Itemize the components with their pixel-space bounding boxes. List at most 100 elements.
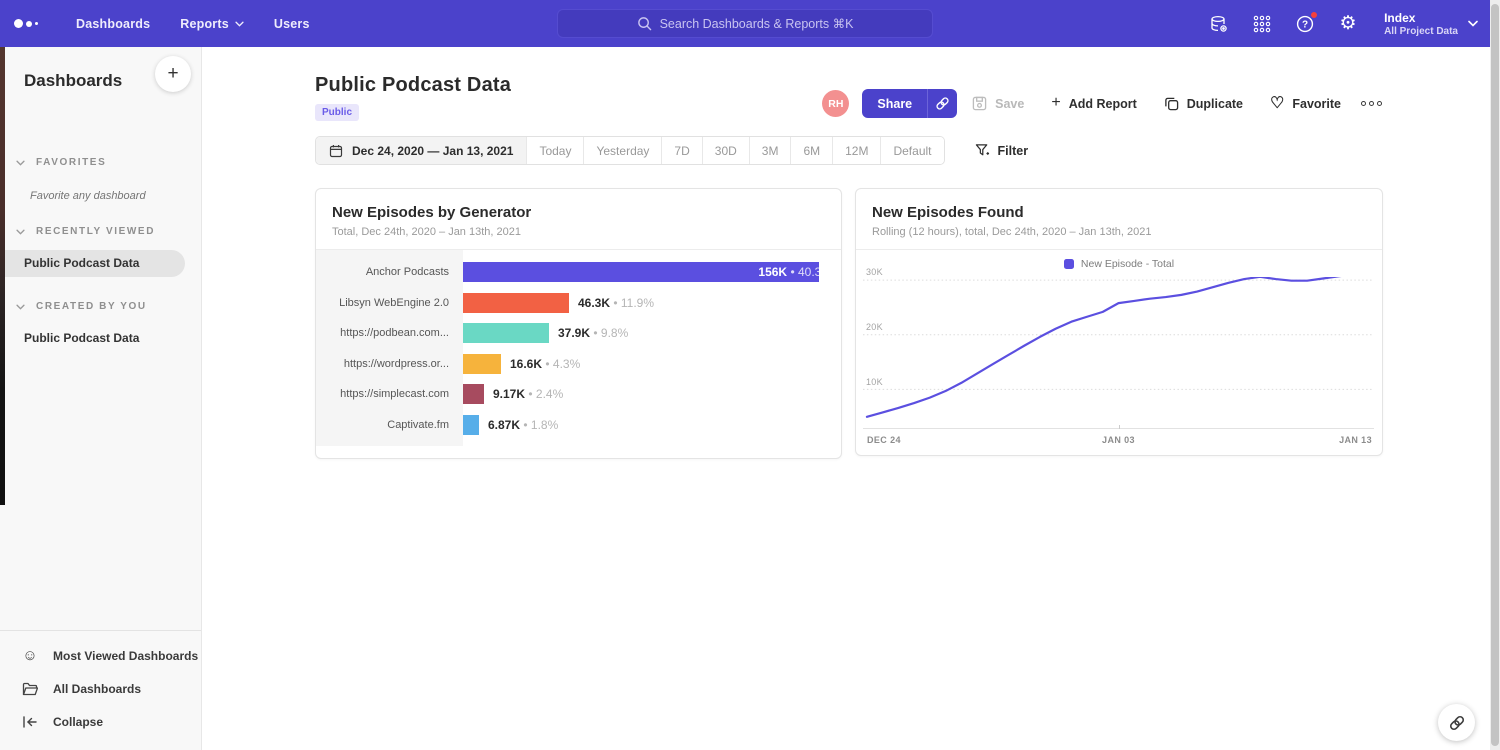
all-dashboards-button[interactable]: All Dashboards	[0, 672, 201, 705]
preset-7d[interactable]: 7D	[661, 137, 701, 164]
most-viewed-dashboards-button[interactable]: ☺Most Viewed Dashboards	[0, 639, 201, 672]
add-report-button[interactable]: + Add Report	[1051, 96, 1136, 112]
scrollbar-track[interactable]	[1490, 0, 1500, 750]
date-presets: TodayYesterday7D30D3M6M12MDefault	[526, 137, 943, 164]
preset-30d[interactable]: 30D	[702, 137, 749, 164]
more-options-button[interactable]	[1361, 101, 1382, 106]
bar-segment[interactable]	[463, 384, 484, 404]
bar-segment[interactable]	[463, 415, 479, 435]
plus-icon: +	[1051, 94, 1060, 112]
share-link-button[interactable]	[927, 89, 957, 118]
collapse-icon	[21, 713, 39, 731]
share-link-fab[interactable]	[1438, 704, 1475, 741]
sidebar-section-favorites[interactable]: FAVORITES	[0, 157, 201, 168]
avatar[interactable]: RH	[822, 90, 849, 117]
bar-segment[interactable]	[463, 293, 569, 313]
nav-right: ? ⚙ Index All Project Data	[1208, 0, 1478, 47]
y-axis-label: 10K	[866, 377, 883, 387]
data-sources-icon[interactable]	[1208, 13, 1230, 35]
app-root: Dashboards Reports Users Search Dashboards…	[0, 0, 1500, 750]
date-toolbar: Dec 24, 2020 — Jan 13, 2021 TodayYesterd…	[315, 136, 1028, 165]
settings-gear-icon[interactable]: ⚙	[1337, 13, 1359, 35]
date-range-button[interactable]: Dec 24, 2020 — Jan 13, 2021	[316, 137, 526, 164]
duplicate-icon	[1164, 96, 1179, 111]
nav-link-dashboards[interactable]: Dashboards	[76, 17, 150, 31]
header-actions: RH Share Save + Add Report Duplicate ♡	[822, 89, 1382, 118]
sidebar-item-public-podcast-data[interactable]: Public Podcast Data	[0, 250, 185, 277]
x-axis-label: JAN 03	[1102, 435, 1135, 445]
preset-yesterday[interactable]: Yesterday	[583, 137, 661, 164]
bar-chart-title: New Episodes by Generator	[332, 204, 825, 221]
preset-3m[interactable]: 3M	[749, 137, 791, 164]
sidebar-header: Dashboards +	[0, 47, 201, 91]
bar-value-label: 46.3K • 11.9%	[578, 293, 654, 313]
bar-value-label: 156K • 40.3%	[758, 262, 832, 282]
nav-link-reports[interactable]: Reports	[180, 17, 244, 31]
chevron-down-icon	[1468, 20, 1478, 27]
help-icon[interactable]: ?	[1294, 13, 1316, 35]
preset-default[interactable]: Default	[880, 137, 943, 164]
preset-today[interactable]: Today	[526, 137, 583, 164]
collapse-button[interactable]: Collapse	[0, 705, 201, 738]
filter-icon	[975, 143, 990, 158]
scrollbar-thumb[interactable]	[1491, 4, 1499, 746]
bar-chart-plot: Anchor Podcasts156K • 40.3%Libsyn WebEng…	[316, 250, 841, 446]
bar-row: Captivate.fm 6.87K • 1.8%	[316, 410, 841, 441]
background-window-sliver	[0, 47, 5, 505]
x-axis-label: DEC 24	[867, 435, 901, 445]
filter-button[interactable]: Filter	[975, 143, 1029, 158]
x-axis-labels: DEC 24 JAN 03 JAN 13	[863, 429, 1374, 453]
project-name: Index	[1384, 11, 1458, 25]
bar-value-label: 6.87K • 1.8%	[488, 415, 558, 435]
bar-category-label: Captivate.fm	[316, 419, 463, 431]
legend-item[interactable]: New Episode - Total	[1064, 258, 1174, 270]
preset-12m[interactable]: 12M	[832, 137, 880, 164]
chevron-down-icon	[16, 304, 25, 310]
share-button-group: Share	[862, 89, 957, 118]
chevron-down-icon	[16, 160, 25, 166]
bar-row: Anchor Podcasts156K • 40.3%	[316, 257, 841, 288]
duplicate-button[interactable]: Duplicate	[1164, 96, 1243, 111]
add-dashboard-button[interactable]: +	[155, 56, 191, 92]
bar-category-label: https://wordpress.or...	[316, 358, 463, 370]
favorite-button[interactable]: ♡ Favorite	[1270, 96, 1341, 112]
bar-row: https://podbean.com...37.9K • 9.8%	[316, 318, 841, 349]
search-input[interactable]: Search Dashboards & Reports ⌘K	[557, 9, 933, 38]
apps-grid-icon[interactable]	[1251, 13, 1273, 35]
main-content: Public Podcast Data Public RH Share Save…	[202, 47, 1500, 750]
public-badge: Public	[315, 104, 359, 121]
project-switcher[interactable]: Index All Project Data	[1384, 11, 1478, 37]
sidebar-title: Dashboards	[24, 71, 122, 90]
nav-links: Dashboards Reports Users	[76, 17, 310, 31]
sidebar-sections: FAVORITES Favorite any dashboard RECENTLY …	[0, 157, 201, 352]
save-button[interactable]: Save	[972, 96, 1024, 111]
chevron-down-icon	[16, 229, 25, 235]
heart-icon: ♡	[1270, 96, 1284, 112]
chart-legend: New Episode - Total	[856, 250, 1382, 277]
sidebar-section-created-by-you[interactable]: CREATED BY YOU	[0, 301, 201, 312]
date-range-control: Dec 24, 2020 — Jan 13, 2021 TodayYesterd…	[315, 136, 945, 165]
sidebar: Dashboards + FAVORITES Favorite any dashb…	[0, 47, 202, 750]
search-icon	[637, 16, 652, 31]
bar-chart-card: New Episodes by Generator Total, Dec 24t…	[315, 188, 842, 459]
sidebar-section-recently-viewed[interactable]: RECENTLY VIEWED	[0, 226, 201, 237]
x-axis-label: JAN 13	[1339, 435, 1372, 445]
sidebar-item-public-podcast-data[interactable]: Public Podcast Data	[0, 325, 201, 352]
bar-segment[interactable]	[463, 354, 501, 374]
y-axis-label: 30K	[866, 267, 883, 277]
share-button[interactable]: Share	[862, 89, 927, 118]
preset-6m[interactable]: 6M	[790, 137, 832, 164]
bar-chart-subtitle: Total, Dec 24th, 2020 – Jan 13th, 2021	[332, 226, 825, 238]
legend-swatch	[1064, 259, 1074, 269]
bar-segment[interactable]	[463, 323, 549, 343]
legend-label: New Episode - Total	[1081, 258, 1174, 270]
mixpanel-logo-icon[interactable]	[14, 19, 58, 28]
favorites-empty-text: Favorite any dashboard	[30, 190, 201, 202]
top-nav: Dashboards Reports Users Search Dashboards…	[0, 0, 1500, 47]
y-axis-label: 20K	[866, 322, 883, 332]
search-placeholder: Search Dashboards & Reports ⌘K	[660, 16, 854, 31]
bar-category-label: https://podbean.com...	[316, 327, 463, 339]
line-chart-header: New Episodes Found Rolling (12 hours), t…	[856, 189, 1382, 250]
line-chart-title: New Episodes Found	[872, 204, 1366, 221]
nav-link-users[interactable]: Users	[274, 17, 310, 31]
